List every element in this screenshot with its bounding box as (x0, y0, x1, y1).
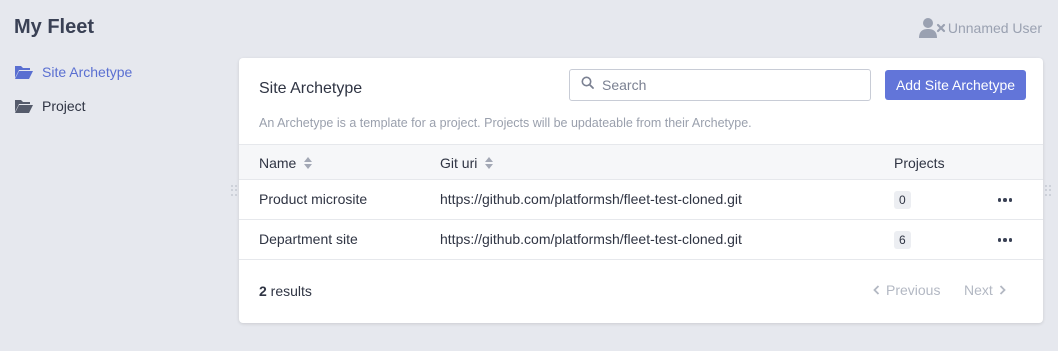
table-row[interactable]: Product microsite https://github.com/pla… (239, 180, 1043, 220)
result-count-number: 2 (259, 283, 267, 299)
sidebar-item-label: Project (42, 98, 86, 114)
column-header-projects: Projects (894, 155, 945, 171)
column-label: Name (259, 155, 297, 171)
more-horizontal-icon (997, 198, 1013, 202)
result-count: 2 results (259, 283, 312, 299)
project-count-badge: 0 (894, 191, 911, 209)
next-page-button[interactable]: Next (964, 282, 1006, 298)
search-box[interactable] (569, 69, 871, 101)
chevron-left-icon (873, 282, 880, 298)
next-label: Next (964, 282, 993, 298)
user-remove-icon (918, 16, 946, 40)
search-input[interactable] (602, 77, 852, 93)
row-git-uri: https://github.com/platformsh/fleet-test… (440, 231, 742, 247)
site-archetype-card: Site Archetype Add Site Archetype An Arc… (239, 58, 1043, 323)
resize-handle-right[interactable] (1045, 185, 1051, 197)
previous-page-button[interactable]: Previous (873, 282, 940, 298)
resize-handle-left[interactable] (231, 185, 237, 197)
user-menu[interactable]: Unnamed User (918, 16, 1042, 40)
column-header-git-uri[interactable]: Git uri (440, 155, 494, 171)
project-count-badge: 6 (894, 231, 911, 249)
sidebar-item-label: Site Archetype (42, 64, 133, 80)
table-row[interactable]: Department site https://github.com/platf… (239, 220, 1043, 260)
row-actions-button[interactable] (995, 230, 1015, 250)
folder-open-icon (14, 64, 34, 80)
add-site-archetype-button[interactable]: Add Site Archetype (885, 70, 1026, 100)
table-footer: 2 results Previous Next (239, 260, 1043, 323)
result-count-suffix: results (266, 283, 312, 299)
card-title: Site Archetype (259, 80, 363, 97)
previous-label: Previous (886, 282, 941, 298)
row-name: Department site (259, 231, 358, 247)
sidebar-item-project[interactable]: Project (14, 96, 214, 116)
user-name: Unnamed User (947, 20, 1042, 36)
row-actions-button[interactable] (995, 190, 1015, 210)
sort-icon (485, 157, 494, 169)
sort-icon (304, 157, 313, 169)
row-git-uri: https://github.com/platformsh/fleet-test… (440, 191, 742, 207)
sidebar: Site Archetype Project (14, 62, 214, 130)
column-label: Git uri (440, 155, 478, 171)
archetype-table: Name Git uri Projects Product microsite … (239, 144, 1043, 260)
column-label: Projects (894, 155, 945, 171)
search-icon (581, 76, 594, 94)
sidebar-item-site-archetype[interactable]: Site Archetype (14, 62, 214, 82)
table-header: Name Git uri Projects (239, 144, 1043, 180)
app-title: My Fleet (14, 16, 95, 38)
column-header-name[interactable]: Name (259, 155, 313, 171)
card-description: An Archetype is a template for a project… (259, 116, 752, 130)
folder-open-icon (14, 98, 34, 114)
chevron-right-icon (999, 282, 1006, 298)
more-horizontal-icon (997, 238, 1013, 242)
row-name: Product microsite (259, 191, 368, 207)
